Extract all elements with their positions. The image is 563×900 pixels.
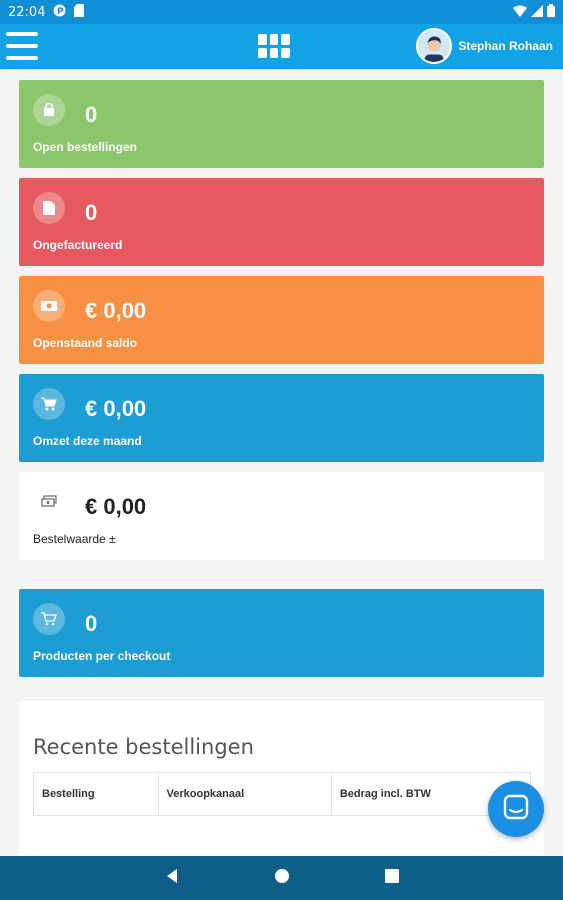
card-value: 0 (85, 200, 98, 225)
money-icon (33, 290, 65, 322)
app-bar: Stephan Rohaan (0, 24, 563, 69)
column-header-sales-channel[interactable]: Verkoopkanaal (159, 773, 332, 815)
dashboard-content: 0 Open bestellingen 0 Ongefactureerd € 0… (0, 69, 563, 856)
svg-text:P: P (57, 7, 64, 17)
status-bar: 22:04 P (0, 0, 563, 24)
notification-app-icon: P (53, 4, 66, 20)
home-icon[interactable] (274, 868, 290, 889)
card-uninvoiced[interactable]: 0 Ongefactureerd (19, 178, 544, 266)
card-value: € 0,00 (85, 298, 147, 323)
card-value: € 0,00 (85, 396, 147, 421)
card-products-per-checkout[interactable]: 0 Producten per checkout (19, 589, 544, 677)
recents-icon[interactable] (384, 868, 399, 888)
battery-icon (547, 4, 555, 20)
recent-orders-panel: Recente bestellingen Bestelling Verkoopk… (19, 701, 544, 856)
card-open-orders[interactable]: 0 Open bestellingen (19, 80, 544, 168)
apps-grid-icon[interactable] (258, 34, 290, 58)
user-profile[interactable]: Stephan Rohaan (416, 28, 553, 64)
shopping-bag-icon (33, 94, 65, 126)
card-outstanding-balance[interactable]: € 0,00 Openstaand saldo (19, 276, 544, 364)
back-icon[interactable] (165, 868, 179, 889)
card-label: Producten per checkout (33, 649, 171, 663)
card-label: Ongefactureerd (33, 238, 123, 252)
avatar (416, 28, 453, 64)
card-label: Bestelwaarde ± (33, 532, 116, 546)
sd-card-icon (74, 4, 85, 20)
wifi-icon (513, 5, 527, 20)
card-label: Open bestellingen (33, 140, 138, 154)
document-icon (33, 192, 65, 224)
system-nav-bar (0, 856, 563, 900)
cart-outline-icon (33, 603, 65, 635)
cash-stack-icon (33, 486, 65, 518)
card-label: Openstaand saldo (33, 336, 138, 350)
chat-button[interactable] (488, 781, 544, 837)
column-header-order[interactable]: Bestelling (34, 773, 159, 815)
signal-icon (531, 4, 543, 20)
card-order-value[interactable]: € 0,00 Bestelwaarde ± (19, 472, 544, 560)
status-time: 22:04 (8, 4, 46, 20)
recent-orders-title: Recente bestellingen (33, 735, 254, 759)
card-label: Omzet deze maand (33, 434, 142, 448)
card-revenue-month[interactable]: € 0,00 Omzet deze maand (19, 374, 544, 462)
menu-icon[interactable] (6, 32, 38, 60)
card-value: € 0,00 (85, 494, 147, 519)
chat-icon (503, 794, 529, 825)
card-value: 0 (85, 611, 98, 636)
user-name: Stephan Rohaan (458, 39, 553, 53)
cart-icon (33, 388, 65, 420)
card-value: 0 (85, 102, 98, 127)
recent-orders-table-header: Bestelling Verkoopkanaal Bedrag incl. BT… (33, 772, 531, 816)
status-indicators (513, 4, 555, 20)
